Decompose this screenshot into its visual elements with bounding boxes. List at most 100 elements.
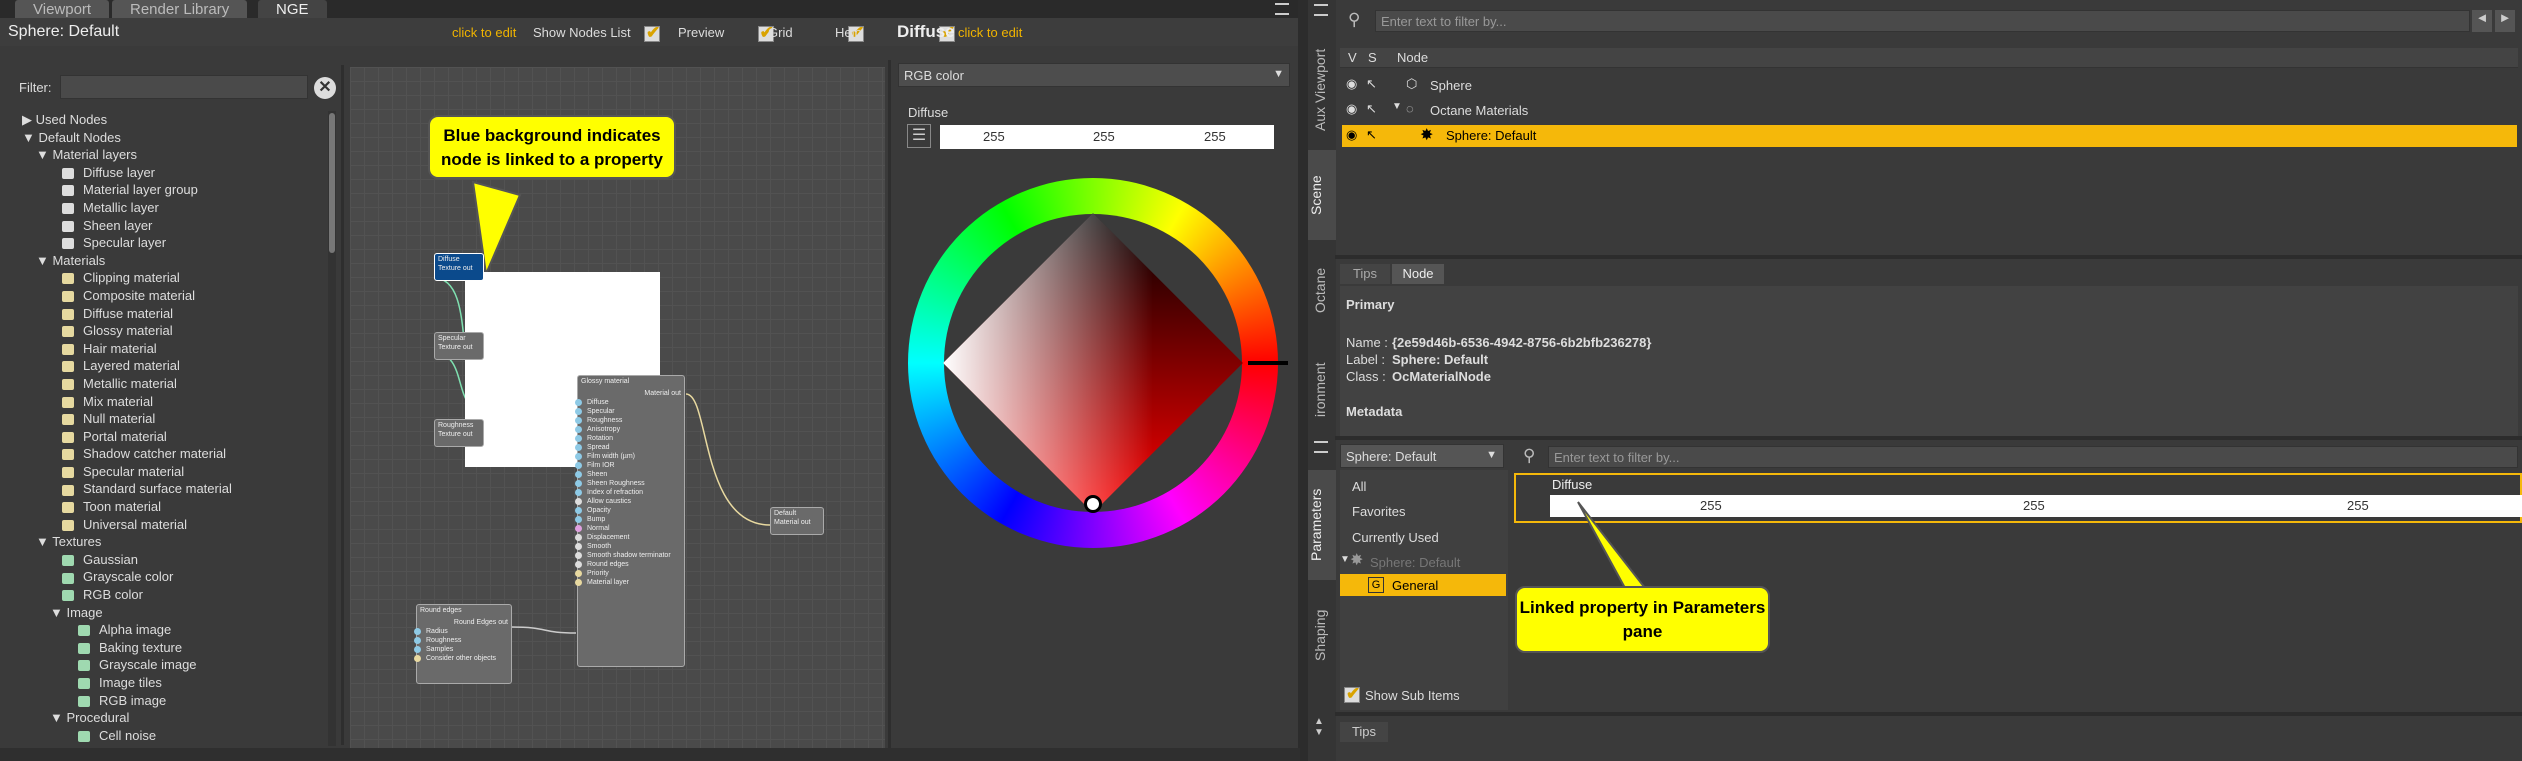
tree-node-item[interactable]: Diffuse material bbox=[22, 305, 327, 323]
tree-node-item[interactable]: Material layer group bbox=[22, 181, 327, 199]
input-pin[interactable]: Smooth bbox=[575, 542, 681, 551]
tree-node-item[interactable]: Baking texture bbox=[22, 639, 327, 657]
expand-icon[interactable]: ▼ bbox=[1392, 101, 1402, 112]
diffuse-rgb-field[interactable]: 255 255 255 bbox=[1550, 495, 2522, 517]
show-nodes-list-checkbox[interactable] bbox=[644, 23, 660, 43]
roughness-texture-node[interactable]: Roughness Texture out bbox=[434, 419, 484, 447]
blue-value[interactable]: 255 bbox=[1204, 129, 1226, 144]
tab-viewport[interactable]: Viewport bbox=[15, 0, 110, 18]
pin-dot[interactable] bbox=[414, 628, 421, 635]
tree-node-item[interactable]: Specular layer bbox=[22, 234, 327, 252]
pin-dot[interactable] bbox=[575, 507, 582, 514]
input-pin[interactable]: Rotation bbox=[575, 434, 681, 443]
rgb-value-field[interactable]: 255 255 255 bbox=[940, 125, 1274, 149]
side-tab-scene[interactable]: Scene bbox=[1308, 150, 1336, 240]
tree-scrollbar[interactable] bbox=[328, 111, 336, 746]
tree-node-item[interactable]: Layered material bbox=[22, 357, 327, 375]
node-column[interactable]: Node bbox=[1397, 50, 1428, 65]
default-material-node[interactable]: Default Material out bbox=[770, 507, 824, 535]
blue-value[interactable]: 255 bbox=[2347, 498, 2369, 513]
pointer-icon[interactable]: ↖ bbox=[1366, 127, 1377, 143]
pin-dot[interactable] bbox=[575, 480, 582, 487]
side-tab-shaping[interactable]: Shaping bbox=[1312, 600, 1328, 670]
tab-tips[interactable]: Tips bbox=[1340, 264, 1390, 284]
input-pin[interactable]: Consider other objects bbox=[414, 654, 508, 663]
tree-node-item[interactable]: Portal material bbox=[22, 428, 327, 446]
side-tab-environment[interactable]: ironment bbox=[1312, 345, 1328, 435]
pin-dot[interactable] bbox=[575, 525, 582, 532]
input-pin[interactable]: Specular bbox=[575, 407, 681, 416]
tree-node-item[interactable]: RGB image bbox=[22, 692, 327, 710]
tree-node-item[interactable]: Mix material bbox=[22, 393, 327, 411]
tree-node-item[interactable]: RGB color bbox=[22, 586, 327, 604]
round-edges-node[interactable]: Round edges Round Edges out Radius Roughn… bbox=[414, 604, 512, 684]
input-pin[interactable]: Film IOR bbox=[575, 461, 681, 470]
splitter[interactable] bbox=[1335, 712, 2522, 716]
green-value[interactable]: 255 bbox=[1093, 129, 1115, 144]
pin-dot[interactable] bbox=[575, 453, 582, 460]
tree-node-item[interactable]: Null material bbox=[22, 410, 327, 428]
eye-icon[interactable]: ◉ bbox=[1346, 127, 1357, 143]
pin-dot[interactable] bbox=[575, 489, 582, 496]
hue-marker[interactable] bbox=[1248, 361, 1288, 365]
group-all[interactable]: All bbox=[1352, 479, 1366, 494]
clear-filter-icon[interactable]: ✕ bbox=[314, 77, 336, 99]
tree-node-item[interactable]: Specular material bbox=[22, 463, 327, 481]
input-pin[interactable]: Priority bbox=[575, 569, 681, 578]
pin-dot[interactable] bbox=[575, 579, 582, 586]
input-pin[interactable]: Sheen Roughness bbox=[575, 479, 681, 488]
back-arrow-icon[interactable]: ◄ bbox=[2472, 10, 2492, 32]
tree-node-item[interactable]: Composite material bbox=[22, 287, 327, 305]
pin-dot[interactable] bbox=[575, 570, 582, 577]
tab-tips-bottom[interactable]: Tips bbox=[1340, 722, 1388, 742]
color-mode-select[interactable]: RGB color ▼ bbox=[898, 63, 1290, 87]
group-general[interactable]: G General bbox=[1340, 574, 1506, 596]
menu-icon[interactable] bbox=[1275, 3, 1289, 15]
input-pin[interactable]: Index of refraction bbox=[575, 488, 681, 497]
tree-node-item[interactable]: Shadow catcher material bbox=[22, 445, 327, 463]
forward-arrow-icon[interactable]: ► bbox=[2495, 10, 2515, 32]
filter-input[interactable] bbox=[60, 75, 308, 99]
pointer-icon[interactable]: ↖ bbox=[1366, 101, 1377, 117]
tree-node-item[interactable]: Alpha image bbox=[22, 621, 327, 639]
input-pin[interactable]: Opacity bbox=[575, 506, 681, 515]
params-filter-input[interactable]: Enter text to filter by... bbox=[1548, 446, 2518, 468]
tree-node-item[interactable]: Toon material bbox=[22, 498, 327, 516]
pin-dot[interactable] bbox=[575, 471, 582, 478]
splitter[interactable] bbox=[1335, 436, 2522, 440]
tree-node-item[interactable]: Grayscale color bbox=[22, 568, 327, 586]
tree-category[interactable]: ▼ Procedural bbox=[22, 709, 327, 727]
glossy-material-node[interactable]: Glossy material Material out Diffuse Spec… bbox=[575, 375, 685, 667]
input-pin[interactable]: Radius bbox=[414, 627, 508, 636]
pointer-icon[interactable]: ↖ bbox=[1366, 76, 1377, 92]
tree-node-item[interactable]: Metallic layer bbox=[22, 199, 327, 217]
pin-dot[interactable] bbox=[575, 399, 582, 406]
node-graph-canvas[interactable]: Blue background indicates node is linked… bbox=[350, 67, 885, 749]
list-icon[interactable]: ☰ bbox=[907, 124, 931, 148]
eye-icon[interactable]: ◉ bbox=[1346, 101, 1357, 117]
specular-texture-node[interactable]: Specular Texture out bbox=[434, 332, 484, 360]
tree-category[interactable]: ▼ Default Nodes bbox=[22, 129, 327, 147]
click-to-edit-link[interactable]: click to edit bbox=[452, 25, 516, 40]
tab-render-library[interactable]: Render Library bbox=[112, 0, 248, 18]
input-pin[interactable]: Round edges bbox=[575, 560, 681, 569]
tab-nge[interactable]: NGE bbox=[258, 0, 327, 18]
input-pin[interactable]: Material layer bbox=[575, 578, 681, 587]
pin-dot[interactable] bbox=[575, 417, 582, 424]
pin-dot[interactable] bbox=[575, 552, 582, 559]
tree-category[interactable]: ▼ Materials bbox=[22, 252, 327, 270]
tree-node-item[interactable]: Gaussian bbox=[22, 551, 327, 569]
input-pin[interactable]: Anisotropy bbox=[575, 425, 681, 434]
pin-dot[interactable] bbox=[575, 435, 582, 442]
expand-icon[interactable]: ▼ bbox=[1340, 554, 1350, 565]
group-sphere-default[interactable]: Sphere: Default bbox=[1370, 555, 1460, 570]
scene-filter-input[interactable]: Enter text to filter by... bbox=[1375, 10, 2470, 32]
pin-dot[interactable] bbox=[575, 408, 582, 415]
pin-dot[interactable] bbox=[575, 444, 582, 451]
side-tab-octane[interactable]: Octane bbox=[1312, 255, 1328, 325]
tree-category[interactable]: ▶ Used Nodes bbox=[22, 111, 327, 129]
input-pin[interactable]: Spread bbox=[575, 443, 681, 452]
hue-ring[interactable] bbox=[908, 178, 1288, 548]
input-pin[interactable]: Bump bbox=[575, 515, 681, 524]
pin-dot[interactable] bbox=[414, 646, 421, 653]
